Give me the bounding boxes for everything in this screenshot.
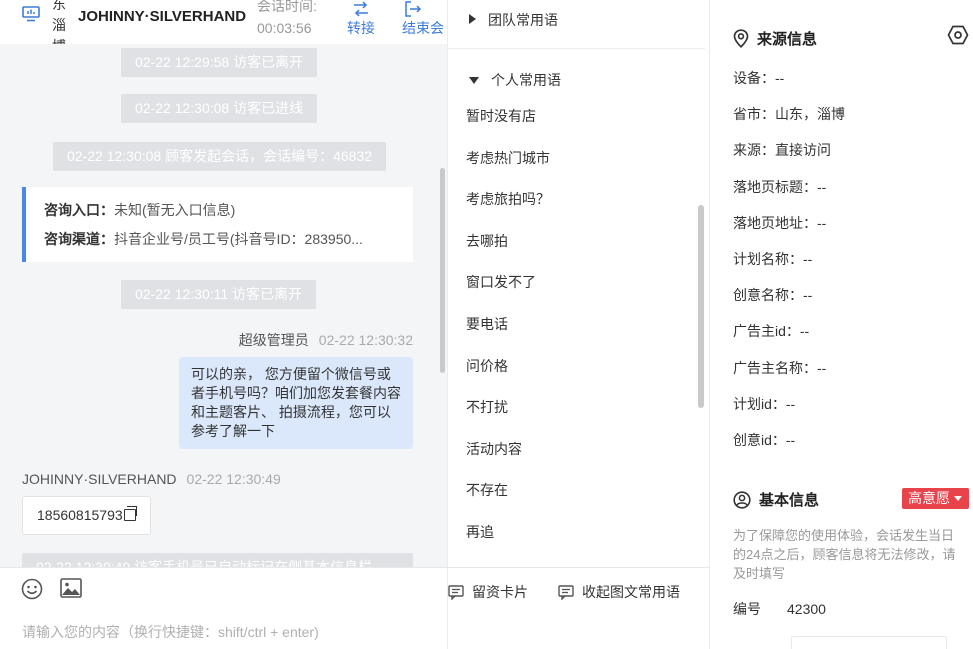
info-row: 计划id：-- <box>733 395 796 412</box>
visitor-name: JOHINNY·SILVERHAND <box>78 8 247 25</box>
team-phrase-group-label: 团队常用语 <box>488 12 558 28</box>
transfer-icon <box>354 1 368 17</box>
lead-card-button[interactable]: 留资卡片 <box>448 582 528 602</box>
monitor-icon <box>22 6 40 22</box>
info-row: 来源：直接访问 <box>733 142 831 159</box>
source-info-label: 来源信息 <box>757 31 818 48</box>
info-row: 设备：-- <box>733 70 785 86</box>
info-row: 广告主名称：-- <box>733 359 827 376</box>
info-row: 广告主id：-- <box>733 323 810 340</box>
info-row: 计划名称：-- <box>733 250 813 267</box>
phrase-item[interactable]: 不存在 <box>466 478 686 520</box>
transfer-label: 转接 <box>347 20 375 36</box>
phrase-item[interactable]: 问价格 <box>466 354 686 396</box>
channel-label: 咨询渠道： <box>44 231 114 247</box>
visitor-message-sender: JOHINNY·SILVERHAND <box>22 471 177 487</box>
agent-message-meta: 超级管理员 02-22 12:30:32 <box>239 330 413 350</box>
transfer-button[interactable]: 转接 <box>345 0 377 38</box>
system-message: 02-22 12:30:08 顾客发起会话，会话编号：46832 <box>53 142 387 171</box>
system-message: 02-22 12:29:58 访客已离开 <box>121 48 318 77</box>
channel-value: 抖音企业号/员工号(抖音号ID：283950... <box>114 231 363 247</box>
image-icon[interactable] <box>60 578 82 598</box>
phrase-item[interactable]: 去哪拍 <box>466 229 686 271</box>
customer-id-row: 编号 42300 <box>733 599 826 619</box>
chat-header: 东淄博 JOHINNY·SILVERHAND 会话时间: 00:03:56 转接… <box>0 0 447 44</box>
basic-info-notice: 为了保障您的使用体验，会话发生当日的24点之后，顾客信息将无法修改，请及时填写 <box>733 528 956 581</box>
system-message: 02-22 12:30:11 访客已离开 <box>121 280 317 309</box>
agent-message-bubble: 可以的亲， 您方便留个微信号或者手机号吗？咱们加您发套餐内容和主题客片、 拍摄流… <box>179 357 413 449</box>
phrase-item[interactable]: 窗口发不了 <box>466 270 686 312</box>
agent-message-time: 02-22 12:30:32 <box>318 332 413 348</box>
source-info-title: 来源信息 <box>733 28 817 49</box>
intent-level-label: 高意愿 <box>908 490 950 506</box>
caret-right-icon <box>469 14 476 24</box>
user-circle-icon <box>733 491 751 509</box>
message-card-icon <box>448 585 464 601</box>
caret-down-icon <box>469 77 479 84</box>
personal-phrase-group-label: 个人常用语 <box>491 72 561 88</box>
phrase-list: 暂时没有店 考虑热门城市 考虑旅拍吗？ 去哪拍 窗口发不了 要电话 问价格 不打… <box>466 104 686 562</box>
customer-field-input[interactable] <box>791 636 947 649</box>
entry-label: 咨询入口： <box>44 202 114 218</box>
phrase-item[interactable]: 活动内容 <box>466 437 686 479</box>
phrase-item[interactable]: 暂时没有店 <box>466 104 686 146</box>
basic-info-title: 基本信息 <box>733 489 819 510</box>
session-time-value: 00:03:56 <box>257 20 312 36</box>
chat-panel: 东淄博 JOHINNY·SILVERHAND 会话时间: 00:03:56 转接… <box>0 0 447 649</box>
end-session-label: 结束会 <box>402 20 444 36</box>
copy-icon[interactable] <box>123 506 137 521</box>
phrase-item[interactable]: 不打扰 <box>466 395 686 437</box>
quick-phrase-panel: 团队常用语 个人常用语 暂时没有店 考虑热门城市 考虑旅拍吗？ 去哪拍 窗口发不… <box>447 0 710 649</box>
system-message: 02-22 12:30:49 访客手机号已自动标记在侧基本信息栏 <box>22 553 413 567</box>
visitor-message-time: 02-22 12:30:49 <box>186 471 281 487</box>
message-list[interactable]: 02-22 12:29:58 访客已离开 02-22 12:30:08 访客已进… <box>0 44 447 567</box>
phrase-item[interactable]: 考虑旅拍吗？ <box>466 187 686 229</box>
system-message: 02-22 12:30:08 访客已进线 <box>121 94 318 123</box>
visitor-message-meta: JOHINNY·SILVERHAND 02-22 12:30:49 <box>22 471 281 487</box>
message-input[interactable]: 请输入您的内容（换行快捷键：shift/ctrl + enter) <box>22 622 319 642</box>
basic-info-label: 基本信息 <box>759 492 820 509</box>
collapse-phrases-label: 收起图文常用语 <box>582 584 680 600</box>
end-session-button[interactable]: 结束会 <box>402 0 447 38</box>
intent-level-dropdown[interactable]: 高意愿 <box>902 488 969 509</box>
customer-id-value: 42300 <box>787 601 826 617</box>
phrase-scrollbar[interactable] <box>698 205 704 408</box>
info-row: 创意id：-- <box>733 431 796 448</box>
phrase-footer: 留资卡片 收起图文常用语 <box>448 567 709 613</box>
consult-entry-card: 咨询入口：未知(暂无入口信息) 咨询渠道：抖音企业号/员工号(抖音号ID：283… <box>22 187 413 262</box>
phrase-item[interactable]: 考虑热门城市 <box>466 146 686 188</box>
lead-card-label: 留资卡片 <box>472 584 528 600</box>
personal-phrase-group[interactable]: 个人常用语 <box>469 70 561 90</box>
visitor-info-panel: 来源信息 设备：-- 省市：山东，淄博 来源：直接访问 落地页标题：-- 落地页… <box>711 0 973 649</box>
entry-value: 未知(暂无入口信息) <box>114 202 236 218</box>
customer-id-label: 编号 <box>733 601 761 617</box>
info-row: 省市：山东，淄博 <box>733 106 845 123</box>
divider <box>448 48 705 49</box>
message-input-area[interactable]: 请输入您的内容（换行快捷键：shift/ctrl + enter) <box>0 567 447 649</box>
agent-name: 超级管理员 <box>238 332 309 348</box>
info-row: 落地页标题：-- <box>733 178 827 195</box>
source-info-list: 设备：-- 省市：山东，淄博 来源：直接访问 落地页标题：-- 落地页地址：--… <box>733 66 969 464</box>
visitor-location: 东淄博 <box>52 0 66 44</box>
settings-icon[interactable] <box>947 24 969 46</box>
info-row: 创意名称：-- <box>733 287 813 304</box>
team-phrase-group[interactable]: 团队常用语 <box>469 10 558 30</box>
message-text-icon <box>558 585 574 601</box>
phrase-item[interactable]: 要电话 <box>466 312 686 354</box>
emoji-icon[interactable] <box>21 578 43 600</box>
session-time-label: 会话时间: <box>257 0 317 14</box>
info-row: 落地页地址：-- <box>733 214 827 231</box>
phrase-item[interactable]: 再追 <box>466 520 686 562</box>
visitor-message-text: 18560815793 <box>37 507 123 523</box>
caret-down-icon <box>954 496 962 501</box>
collapse-phrases-button[interactable]: 收起图文常用语 <box>558 582 680 602</box>
exit-icon <box>405 1 422 17</box>
location-pin-icon <box>733 29 749 48</box>
visitor-message-bubble: 18560815793 <box>22 496 151 535</box>
chat-scrollbar[interactable] <box>440 168 445 373</box>
